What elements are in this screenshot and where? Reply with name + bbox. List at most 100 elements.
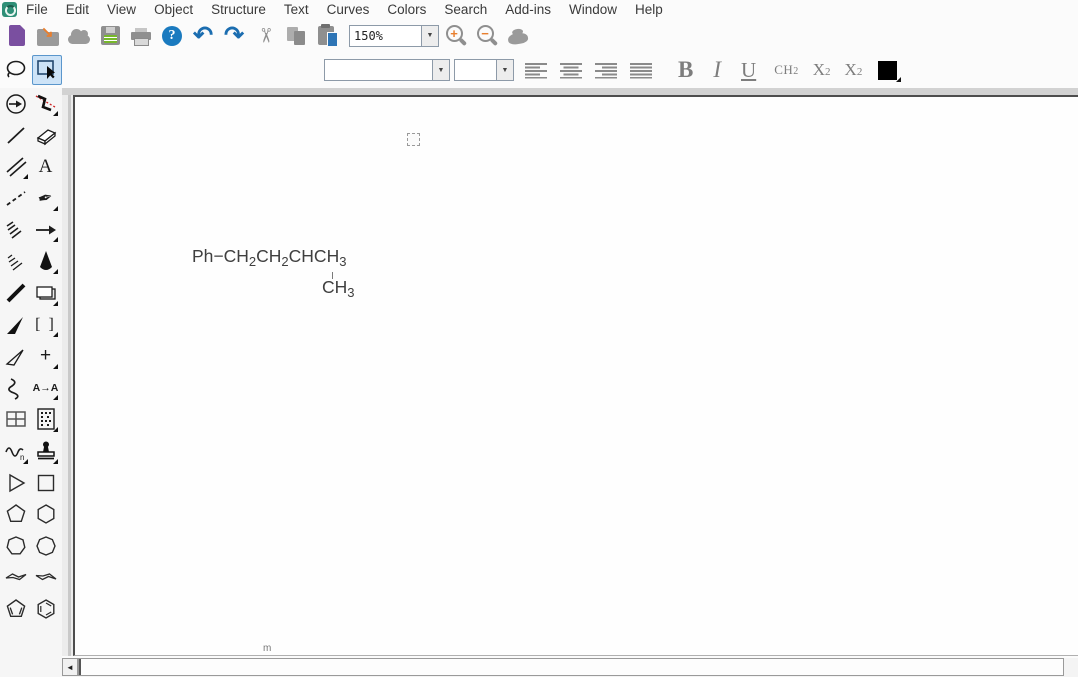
tool-cyclopentadiene[interactable] <box>2 596 29 623</box>
zoom-in-button[interactable]: + <box>442 22 470 50</box>
tool-triangle[interactable] <box>2 469 29 496</box>
menu-item-curves[interactable]: Curves <box>318 0 379 19</box>
menu-item-structure[interactable]: Structure <box>202 0 275 19</box>
copy-button[interactable] <box>282 22 310 50</box>
subscript-button[interactable]: X2 <box>813 60 831 80</box>
tool-benzene[interactable] <box>32 596 59 623</box>
tool-chair-cyclohexane-2[interactable] <box>32 564 59 591</box>
zoom-in-icon: + <box>445 24 468 47</box>
tool-wedge-bond[interactable] <box>32 248 59 275</box>
tool-pentagon[interactable] <box>2 501 29 528</box>
new-document-button[interactable] <box>3 22 31 50</box>
tool-bold-line[interactable] <box>2 280 29 307</box>
underline-button[interactable]: U <box>741 58 756 83</box>
menu-item-text[interactable]: Text <box>275 0 318 19</box>
tool-chair-cyclohexane-1[interactable] <box>2 564 29 591</box>
tool-hash-bond-small[interactable] <box>2 248 29 275</box>
zoom-combobox[interactable]: 150% ▼ <box>349 25 439 47</box>
tool-wedge-hollow[interactable] <box>2 343 29 370</box>
menu-item-file[interactable]: File <box>17 0 57 19</box>
font-family-combobox[interactable]: ▼ <box>324 59 450 81</box>
italic-button[interactable]: I <box>713 57 721 83</box>
tool-arrow[interactable] <box>32 216 59 243</box>
align-center-icon[interactable] <box>559 62 583 79</box>
tool-rectangle-3d[interactable] <box>32 280 59 307</box>
tool-heptagon[interactable] <box>2 532 29 559</box>
paste-button[interactable] <box>313 22 341 50</box>
menu-item-window[interactable]: Window <box>560 0 626 19</box>
print-button[interactable] <box>127 22 155 50</box>
menu-item-object[interactable]: Object <box>145 0 202 19</box>
menu-bar: File Edit View Object Structure Text Cur… <box>0 0 1078 19</box>
bold-button[interactable]: B <box>678 57 693 83</box>
open-button[interactable]: ↘ <box>34 22 62 50</box>
tool-artistic-pen[interactable]: ✒ <box>32 185 59 212</box>
tool-octagon[interactable] <box>32 532 59 559</box>
cut-button[interactable]: ✂ <box>251 22 279 50</box>
chemical-structure[interactable]: Ph−CH2CH2CHCH3 CH3 <box>192 246 346 269</box>
help-icon: ? <box>162 26 182 46</box>
color-swatch-button[interactable] <box>878 61 897 80</box>
app-logo-icon <box>2 2 17 17</box>
save-button[interactable] <box>96 22 124 50</box>
document-page[interactable]: Ph−CH2CH2CHCH3 CH3 m <box>73 95 1078 656</box>
tool-double-line[interactable] <box>2 153 29 180</box>
redo-icon: ↷ <box>224 24 244 48</box>
zoom-dropdown-arrow-icon[interactable]: ▼ <box>421 26 438 46</box>
tool-squiggle[interactable] <box>2 374 29 401</box>
paste-icon <box>318 26 334 45</box>
align-justify-icon[interactable] <box>629 62 653 79</box>
tool-dashed-line[interactable] <box>2 185 29 212</box>
tool-dotted-table[interactable] <box>32 406 59 433</box>
cut-icon: ✂ <box>252 27 277 44</box>
tool-polymer-wave[interactable]: n <box>2 438 29 465</box>
heptagon-icon <box>4 534 28 558</box>
superscript-button[interactable]: X2 <box>845 60 863 80</box>
menu-item-add-ins[interactable]: Add-ins <box>496 0 560 19</box>
tool-draw-chains[interactable] <box>32 90 59 117</box>
tool-wedge-filled[interactable] <box>2 311 29 338</box>
font-dropdown-arrow-icon[interactable]: ▼ <box>432 60 449 80</box>
tool-square[interactable] <box>32 469 59 496</box>
scroll-left-button[interactable]: ◄ <box>62 658 78 676</box>
lasso-select-button[interactable] <box>2 56 30 84</box>
tool-table[interactable] <box>2 406 29 433</box>
cloud-button[interactable] <box>65 22 93 50</box>
selection-marker[interactable] <box>407 133 420 146</box>
scrollbar-track[interactable] <box>78 658 1064 676</box>
tool-hexagon[interactable] <box>32 501 59 528</box>
hash-bond-small-icon <box>4 249 28 273</box>
undo-icon: ↶ <box>193 24 213 48</box>
text-tool-icon: A <box>39 156 53 178</box>
tool-brackets[interactable]: [ ] <box>32 311 59 338</box>
align-right-icon[interactable] <box>594 62 618 79</box>
zoom-out-button[interactable]: − <box>473 22 501 50</box>
tool-draw-normal[interactable] <box>2 90 29 117</box>
scrollbar-thumb[interactable] <box>79 659 81 675</box>
menu-item-view[interactable]: View <box>98 0 145 19</box>
draw-normal-icon <box>4 92 28 116</box>
menu-item-search[interactable]: Search <box>435 0 496 19</box>
tool-hash-bond[interactable] <box>2 216 29 243</box>
help-button[interactable]: ? <box>158 22 186 50</box>
font-size-combobox[interactable]: ▼ <box>454 59 514 81</box>
tool-plus[interactable]: + <box>32 343 59 370</box>
formula-mode-button[interactable]: CH2 <box>774 62 799 78</box>
size-dropdown-arrow-icon[interactable]: ▼ <box>496 60 513 80</box>
menu-item-help[interactable]: Help <box>626 0 672 19</box>
rectangle-3d-icon <box>34 281 58 305</box>
draw-chains-icon <box>34 92 58 116</box>
rectangle-select-button[interactable] <box>32 55 62 85</box>
tool-stamp[interactable] <box>32 438 59 465</box>
menu-item-colors[interactable]: Colors <box>378 0 435 19</box>
undo-button[interactable]: ↶ <box>189 22 217 50</box>
tool-eraser[interactable] <box>32 122 59 149</box>
templates-button[interactable] <box>504 22 532 50</box>
tool-text[interactable]: A <box>32 153 59 180</box>
tool-replace-text[interactable]: A→A <box>32 374 59 401</box>
brackets-icon: [ ] <box>35 316 56 334</box>
tool-line[interactable] <box>2 122 29 149</box>
menu-item-edit[interactable]: Edit <box>57 0 98 19</box>
align-left-icon[interactable] <box>524 62 548 79</box>
redo-button[interactable]: ↷ <box>220 22 248 50</box>
